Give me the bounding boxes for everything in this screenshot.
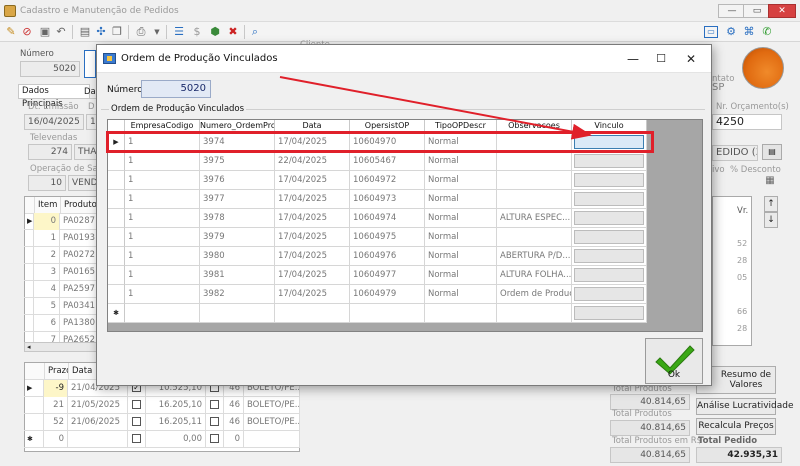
annotation-arrow — [279, 76, 592, 140]
arrow-line — [279, 76, 592, 140]
